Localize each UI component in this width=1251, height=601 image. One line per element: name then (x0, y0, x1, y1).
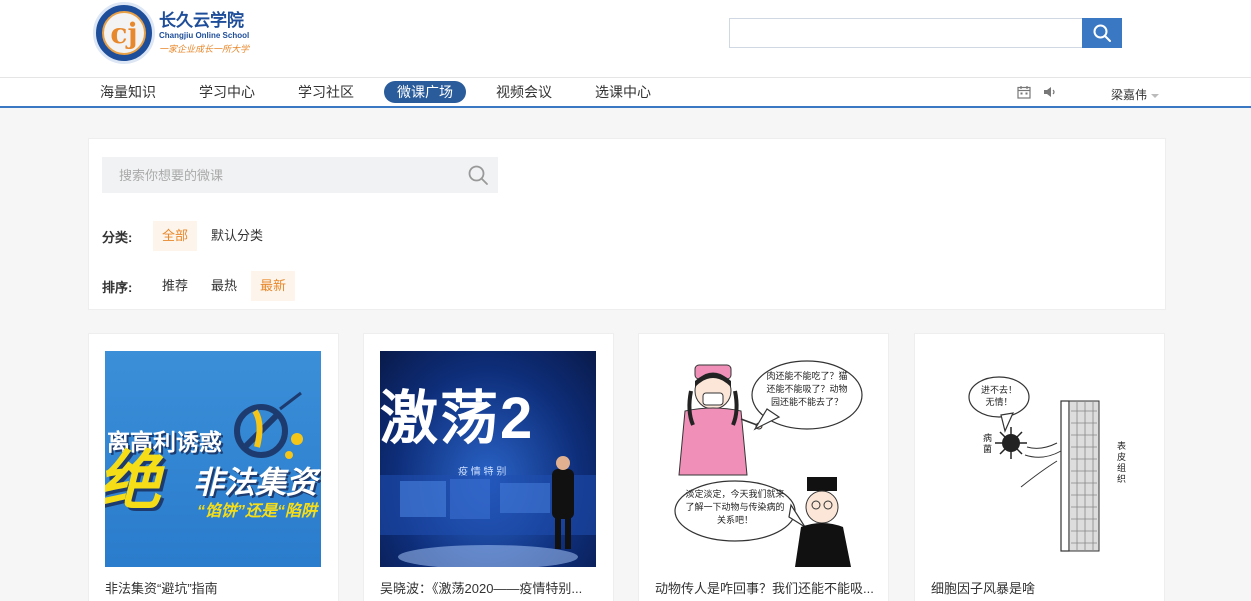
header: cj 长久云学院 Changjiu Online School 一家企业成长一所… (0, 0, 1251, 77)
course-title[interactable]: 细胞因子风暴是啥 (931, 578, 1151, 597)
speaker-icon[interactable] (1043, 85, 1057, 99)
user-name: 梁嘉伟 (1111, 88, 1148, 102)
thumb-label-left: 病菌 (983, 433, 993, 454)
nav-item-video-meeting[interactable]: 视频会议 (483, 81, 565, 103)
search-icon (1093, 24, 1111, 42)
search-icon (468, 165, 488, 185)
nav-item-course-selection[interactable]: 选课中心 (582, 81, 664, 103)
nav-item-learning-center[interactable]: 学习中心 (186, 81, 268, 103)
global-search-button[interactable] (1082, 18, 1122, 48)
course-card[interactable]: 离高利诱惑 绝 非法集资 “馅饼”还是“陷阱 非法集资“避坑”指南 (88, 333, 339, 601)
logo-emblem-icon: cj (93, 2, 155, 64)
calendar-icon[interactable] (1017, 85, 1031, 99)
course-thumbnail[interactable]: 进不去！无情！ 病菌 表皮组织 (931, 351, 1147, 567)
course-card[interactable]: 进不去！无情！ 病菌 表皮组织 细胞因子风暴是啥 (914, 333, 1165, 601)
category-default[interactable]: 默认分类 (202, 221, 272, 251)
thumb-bubble-1: 肉还能不能吃了？猫还能不能吸了？动物园还能不能去了？ (766, 372, 848, 408)
nav-item-community[interactable]: 学习社区 (285, 81, 367, 103)
user-menu[interactable]: 梁嘉伟 (1111, 86, 1160, 103)
course-title[interactable]: 非法集资“避坑”指南 (105, 578, 325, 597)
nav-item-micro-course[interactable]: 微课广场 (384, 81, 466, 103)
sort-newest[interactable]: 最新 (251, 271, 296, 301)
global-search-input[interactable] (729, 18, 1082, 48)
category-all[interactable]: 全部 (153, 221, 198, 251)
category-label: 分类: (102, 229, 133, 245)
micro-course-search (102, 157, 498, 193)
sort-recommended[interactable]: 推荐 (153, 271, 197, 301)
course-thumbnail[interactable]: 肉还能不能吃了？猫还能不能吸了？动物园还能不能去了？ 淡定淡定，今天我们就来了解… (655, 351, 871, 567)
micro-course-search-button[interactable] (458, 164, 498, 186)
thumb-text-line3: “馅饼”还是“陷阱 (197, 503, 318, 520)
logo-english-name: Changjiu Online School (159, 30, 250, 40)
course-title[interactable]: 吴晓波：《激荡2020——疫情特别... (380, 578, 600, 597)
course-title[interactable]: 动物传人是咋回事？我们还能不能吸... (655, 578, 875, 597)
thumb-label-right: 表皮组织 (1117, 441, 1127, 484)
global-search (729, 18, 1122, 48)
sort-hottest[interactable]: 最热 (202, 271, 246, 301)
thumb-bubble-2: 淡定淡定，今天我们就来了解一下动物与传染病的关系吧！ (685, 490, 785, 526)
thumb-text-big: 绝 (105, 449, 161, 513)
chevron-down-icon (1151, 93, 1160, 98)
course-thumbnail[interactable]: 离高利诱惑 绝 非法集资 “馅饼”还是“陷阱 (105, 351, 321, 567)
micro-course-search-input[interactable] (102, 157, 458, 193)
course-card[interactable]: 肉还能不能吃了？猫还能不能吸了？动物园还能不能去了？ 淡定淡定，今天我们就来了解… (638, 333, 889, 601)
thumb-bubble: 进不去！无情！ (980, 386, 1017, 408)
course-thumbnail[interactable]: 激荡2 疫 情 特 别 (380, 351, 596, 567)
logo-slogan: 一家企业成长一所大学 (159, 43, 250, 54)
thumb-text-line2: 非法集资 (193, 465, 317, 500)
sort-filter: 排序: 推荐 最热 最新 (102, 271, 300, 301)
category-filter: 分类: 全部 默认分类 (102, 221, 277, 251)
nav-item-knowledge[interactable]: 海量知识 (87, 81, 169, 103)
logo[interactable]: cj 长久云学院 Changjiu Online School 一家企业成长一所… (93, 0, 253, 66)
main-nav: 海量知识 学习中心 学习社区 微课广场 视频会议 选课中心 梁嘉伟 (0, 77, 1251, 108)
logo-name: 长久云学院 (159, 10, 244, 30)
course-card[interactable]: 激荡2 疫 情 特 别 吴晓波：《激荡2020——疫情特别... (363, 333, 614, 601)
sort-label: 排序: (102, 279, 133, 295)
filter-panel: 分类: 全部 默认分类 排序: 推荐 最热 最新 (88, 138, 1166, 310)
